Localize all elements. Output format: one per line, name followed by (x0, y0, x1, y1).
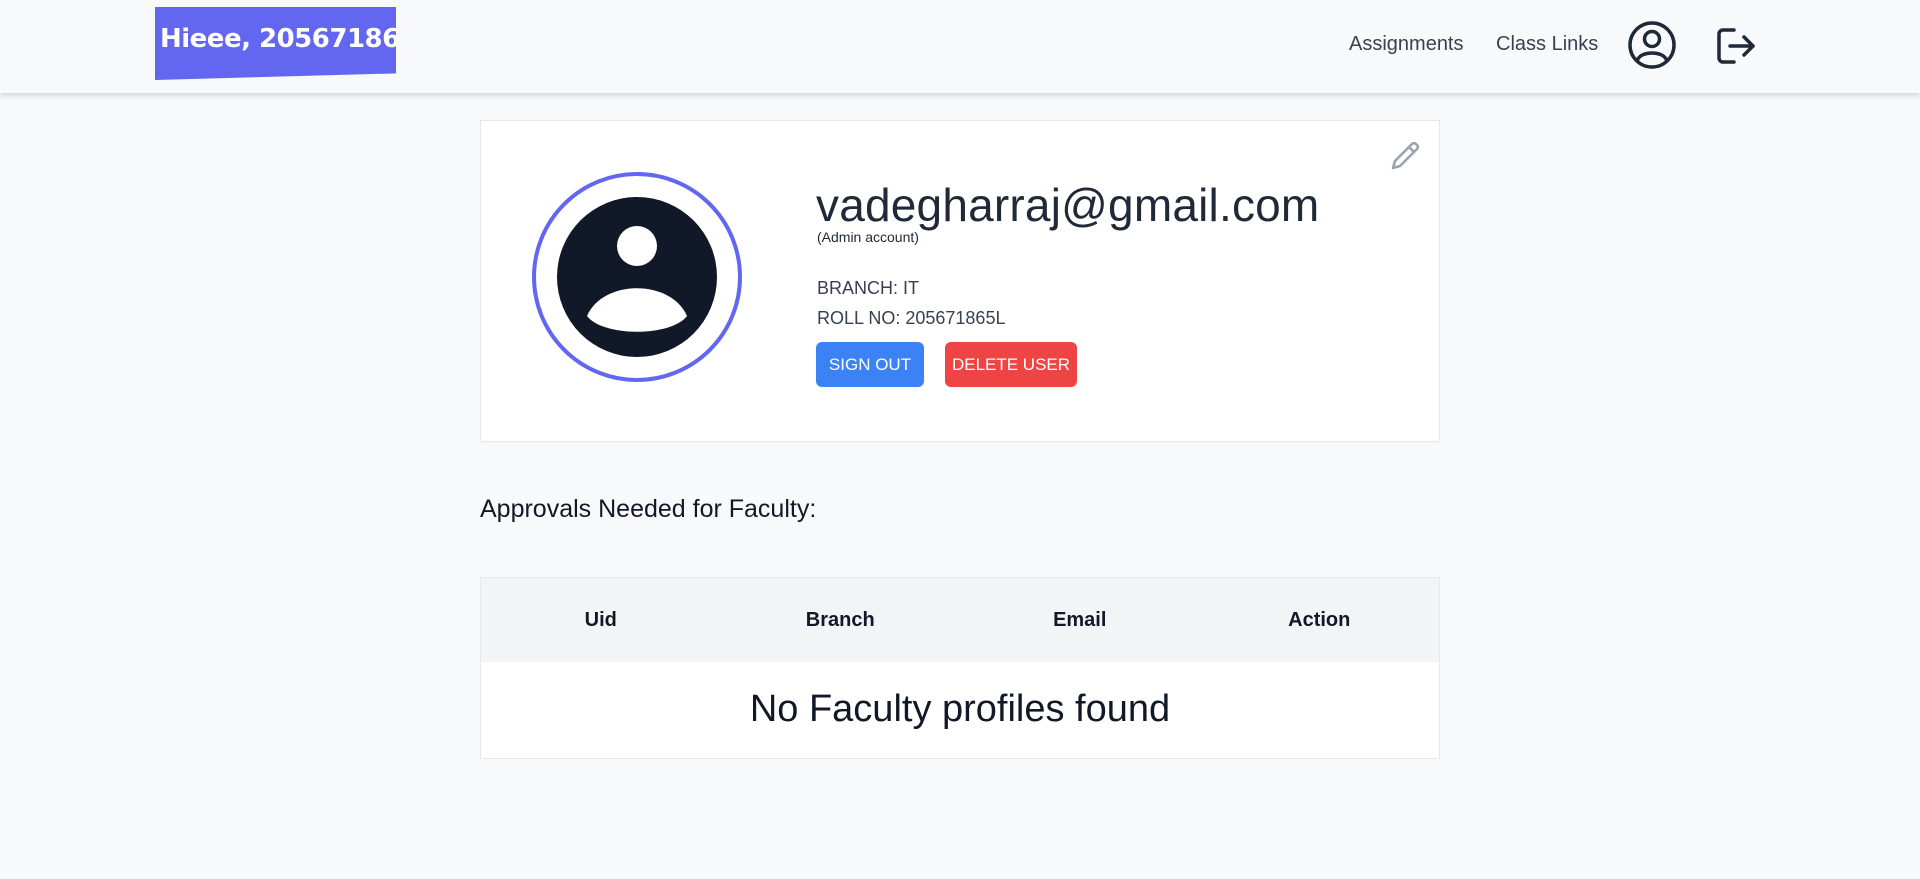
logout-icon[interactable] (1714, 24, 1758, 68)
column-header-branch: Branch (805, 608, 875, 631)
delete-user-button[interactable]: DELETE USER (945, 342, 1077, 387)
faculty-approvals-table: Uid Branch Email Action No Faculty profi… (480, 577, 1440, 759)
pencil-icon[interactable] (1387, 138, 1423, 174)
table-header-row: Uid Branch Email Action (481, 578, 1439, 662)
nav-assignments-link[interactable]: Assignments (1349, 33, 1464, 56)
account-type-label: (Admin account) (817, 229, 919, 245)
avatar-icon (532, 172, 742, 382)
user-email: vadegharraj@gmail.com (816, 179, 1320, 231)
empty-state-message: No Faculty profiles found (749, 688, 1171, 730)
nav-class-links-link[interactable]: Class Links (1496, 33, 1598, 56)
branch-info: BRANCH: IT (817, 278, 920, 298)
column-header-email: Email (1053, 608, 1107, 631)
approvals-section-title: Approvals Needed for Faculty: (480, 495, 817, 523)
column-header-uid: Uid (584, 608, 617, 631)
user-circle-icon[interactable] (1627, 20, 1677, 70)
sign-out-button[interactable]: SIGN OUT (816, 342, 924, 387)
roll-number-info: ROLL NO: 205671865L (817, 308, 1006, 328)
column-header-action: Action (1288, 608, 1351, 631)
top-navbar: Hieee, 205671865L Assignments Class Link… (0, 0, 1920, 93)
brand-greeting[interactable]: Hieee, 205671865L (155, 7, 396, 80)
profile-card: vadegharraj@gmail.com (Admin account) BR… (480, 120, 1440, 442)
